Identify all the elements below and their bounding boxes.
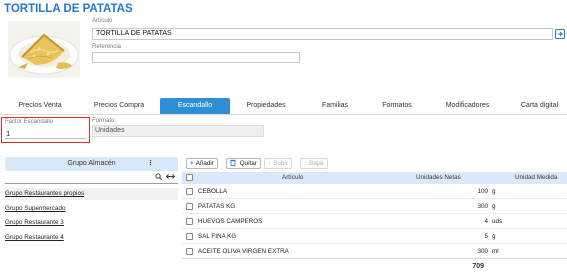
row-qty: 4 [484, 218, 488, 225]
arrow-up-icon: ↑ [268, 160, 272, 167]
expand-arrows-icon[interactable] [165, 173, 176, 180]
move-down-button[interactable]: ↓ Bajar [300, 158, 328, 169]
row-qty: 300 [477, 248, 488, 255]
grupo-almacen-title: Grupo Almacén [67, 160, 116, 167]
tab-precios-venta[interactable]: Precios Venta [0, 98, 80, 114]
table-row[interactable]: PATATAS KG 300 g [182, 200, 567, 214]
move-up-button[interactable]: ↑ Subir [264, 158, 292, 169]
row-unit: uds [492, 218, 503, 225]
move-up-label: Subir [273, 160, 288, 167]
total-divider [182, 258, 567, 259]
product-image [8, 21, 80, 78]
add-button-label: Añadir [195, 160, 214, 167]
input-underline [5, 138, 86, 139]
formato-label: Formato [92, 118, 115, 124]
add-button[interactable]: + Añadir [186, 158, 218, 169]
products-table-header: Artículo Unidades Netas Unidad Medida [182, 172, 567, 184]
column-unidades-netas: Unidades Netas [416, 174, 461, 181]
table-row[interactable]: SAL FINA KG 5 g [182, 230, 567, 244]
row-unit: g [492, 203, 496, 210]
tab-bar: Precios Venta Precios Compra Escandallo … [0, 98, 567, 115]
remove-button-label: Quitar [239, 160, 257, 167]
factor-escandallo-value[interactable]: 1 [6, 129, 10, 138]
tab-precios-compra[interactable]: Precios Compra [80, 98, 158, 114]
trash-icon [230, 159, 238, 167]
tab-escandallo[interactable]: Escandallo [160, 98, 230, 114]
grupo-item-restaurantes-propios[interactable]: Grupo Restaurantes propios [5, 188, 178, 200]
row-checkbox[interactable] [186, 188, 193, 195]
row-name: SAL FINA KG [198, 233, 237, 240]
row-unit: g [492, 233, 496, 240]
grupo-search-input[interactable] [5, 172, 178, 184]
page-title: TORTILLA DE PATATAS [4, 3, 133, 15]
column-unidad-medida: Unidad Medida [515, 174, 558, 181]
factor-escandallo-label: Factor Escandallo [5, 119, 54, 125]
grupo-item-supermercado[interactable]: Grupo Supermercado [5, 203, 178, 215]
grupo-item-restaurante-3[interactable]: Grupo Restaurante 3 [5, 217, 178, 229]
arrow-down-icon: ↓ [304, 160, 308, 167]
grupo-item-restaurante-4[interactable]: Grupo Restaurante 4 [5, 232, 178, 244]
row-qty: 100 [477, 188, 488, 195]
row-name: ACEITE OLIVA VIRGEN EXTRA [198, 248, 289, 255]
select-all-checkbox[interactable] [186, 174, 193, 181]
formato-input: Unidades [92, 125, 264, 137]
articulo-input[interactable]: TORTILLA DE PATATAS [92, 28, 553, 40]
grupo-almacen-header: Grupo Almacén ⋮ [5, 157, 178, 171]
remove-button[interactable]: Quitar [226, 158, 261, 169]
row-unit: ml [492, 248, 499, 255]
row-unit: g [492, 188, 496, 195]
tab-modificadores[interactable]: Modificadores [430, 98, 505, 114]
referencia-input[interactable] [92, 52, 300, 63]
table-row[interactable]: HUEVOS CAMPEROS 4 uds [182, 215, 567, 229]
tab-formatos[interactable]: Formatos [369, 98, 425, 114]
plus-icon: + [190, 160, 194, 167]
row-qty: 5 [484, 233, 488, 240]
referencia-label: Referencia [92, 44, 122, 50]
table-row[interactable]: ACEITE OLIVA VIRGEN EXTRA 300 ml [182, 245, 567, 259]
row-qty: 300 [477, 203, 488, 210]
move-down-label: Bajar [309, 160, 324, 167]
tab-familias[interactable]: Familias [301, 98, 369, 114]
kebab-menu-icon[interactable]: ⋮ [147, 157, 154, 171]
row-name: PATATAS KG [198, 203, 236, 210]
row-name: HUEVOS CAMPEROS [198, 218, 263, 225]
articulo-label: Artículo [92, 18, 113, 24]
row-checkbox[interactable] [186, 248, 193, 255]
row-checkbox[interactable] [186, 233, 193, 240]
open-in-window-icon[interactable] [555, 28, 565, 39]
factor-escandallo-field[interactable]: Factor Escandallo 1 [1, 117, 90, 143]
tab-propiedades[interactable]: Propiedades [231, 98, 301, 114]
row-checkbox[interactable] [186, 218, 193, 225]
search-icon[interactable] [155, 173, 166, 180]
total-unidades-netas: 709 [472, 263, 484, 270]
row-checkbox[interactable] [186, 203, 193, 210]
row-name: CEBOLLA [198, 188, 228, 195]
tab-carta-digital[interactable]: Carta digital [512, 98, 567, 114]
table-row[interactable]: CEBOLLA 100 g [182, 185, 567, 199]
column-articulo: Artículo [282, 174, 304, 181]
